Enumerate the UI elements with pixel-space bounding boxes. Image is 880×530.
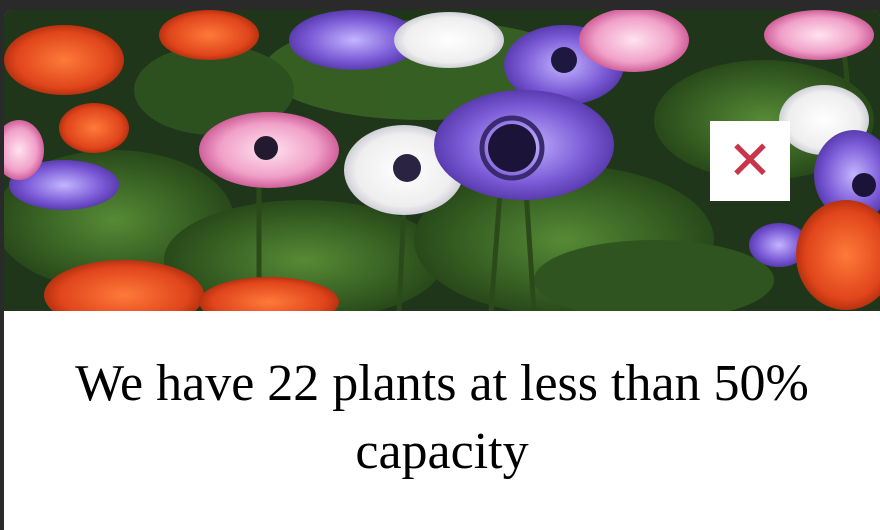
alert-dialog: ✕ We have 22 plants at less than 50% cap… [4,10,880,530]
close-icon: ✕ [727,129,773,192]
alert-message: We have 22 plants at less than 50% capac… [75,355,809,480]
close-button[interactable]: ✕ [710,121,790,201]
